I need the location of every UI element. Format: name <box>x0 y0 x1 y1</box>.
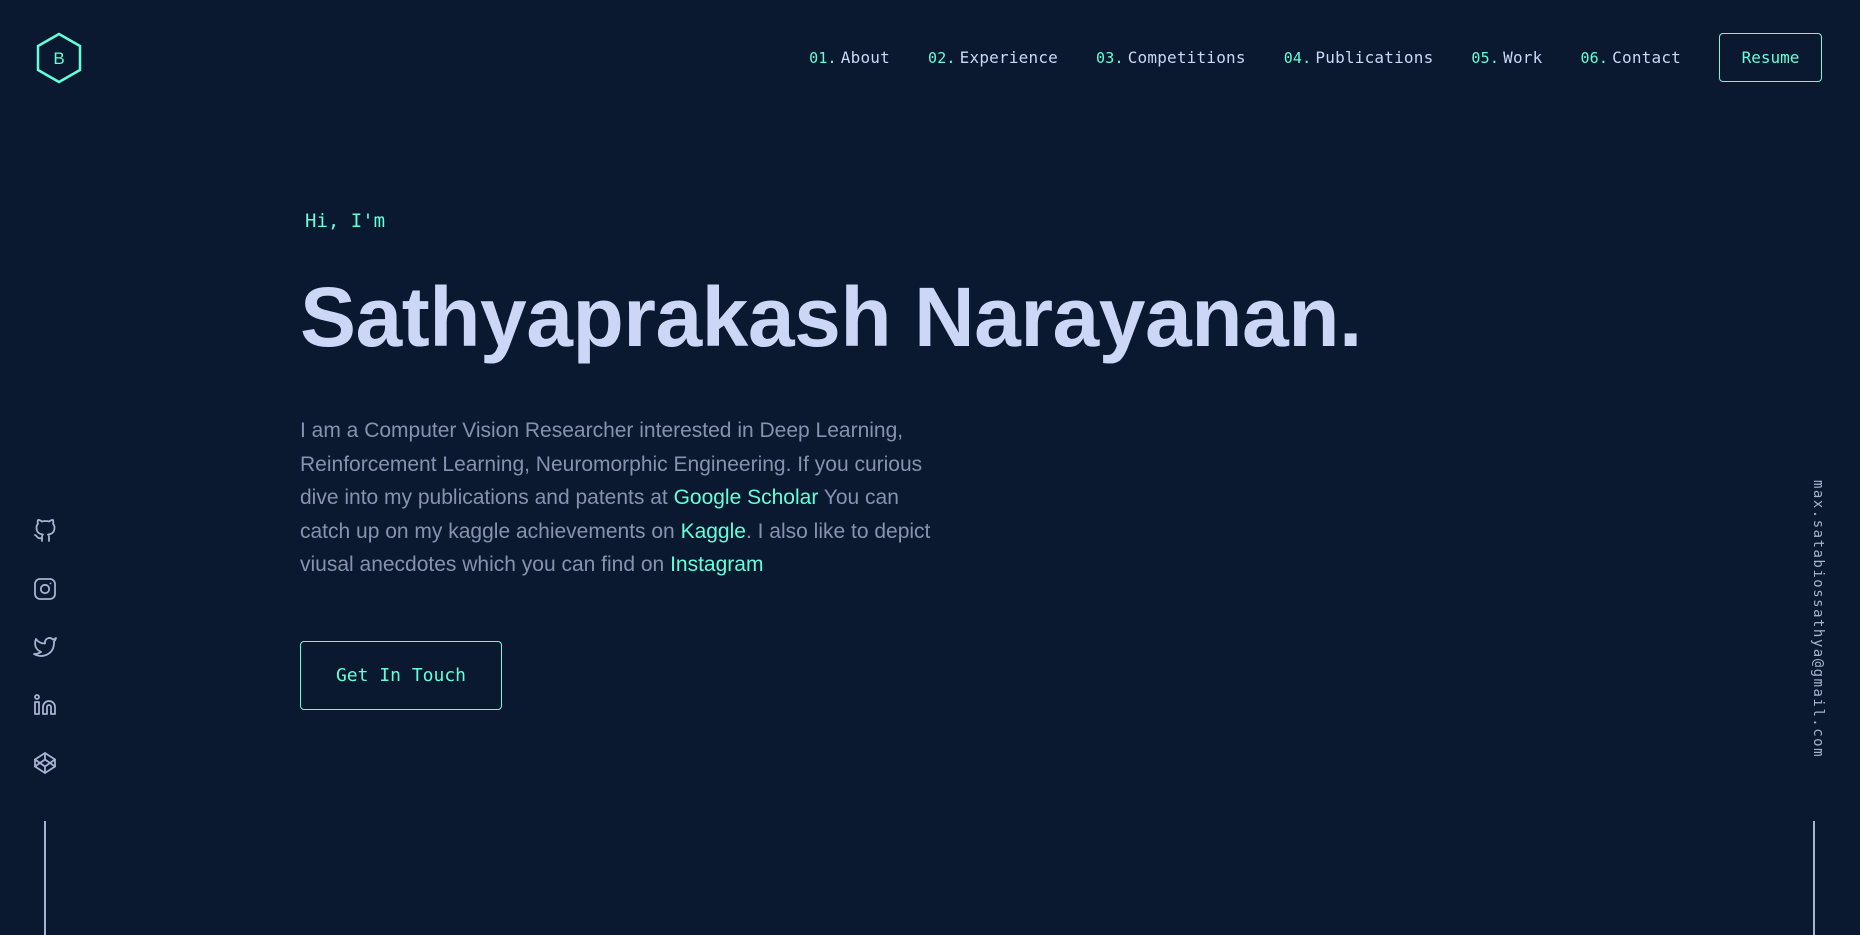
nav-number: 05. <box>1471 49 1500 67</box>
instagram-icon[interactable] <box>32 576 58 602</box>
nav-label: Experience <box>959 48 1058 67</box>
nav-publications[interactable]: 04. Publications <box>1284 48 1434 67</box>
nav-number: 02. <box>927 49 956 67</box>
nav-number: 04. <box>1283 49 1312 67</box>
left-vertical-line <box>44 821 46 935</box>
google-scholar-link[interactable]: Google Scholar <box>674 486 819 509</box>
nav-number: 03. <box>1096 49 1124 67</box>
nav-about[interactable]: 01. About <box>809 48 890 67</box>
nav-label: Competitions <box>1127 48 1246 67</box>
nav-competitions[interactable]: 03. Competitions <box>1096 48 1246 67</box>
get-in-touch-button[interactable]: Get In Touch <box>300 641 502 710</box>
codepen-icon[interactable] <box>32 750 58 776</box>
nav-number: 06. <box>1580 49 1609 67</box>
nav-label: About <box>840 48 890 67</box>
site-header: B 01. About 02. Experience 03. Competitions… <box>0 0 1860 115</box>
hero-section: Hi, I'm Sathyaprakash Narayanan. I am a … <box>300 210 1500 710</box>
nav-label: Contact <box>1612 48 1681 67</box>
hexagon-logo-icon[interactable]: B <box>34 32 84 84</box>
hero-name: Sathyaprakash Narayanan. <box>300 270 1362 364</box>
nav-label: Work <box>1503 48 1543 67</box>
kaggle-link[interactable]: Kaggle <box>681 520 746 543</box>
nav-work[interactable]: 05. Work <box>1471 48 1542 67</box>
instagram-link[interactable]: Instagram <box>670 553 763 576</box>
email-sidebar: max.satabiossathya@gmail.com <box>1810 480 1834 780</box>
social-links <box>32 518 58 808</box>
resume-button[interactable]: Resume <box>1719 33 1822 82</box>
logo-letter: B <box>53 49 64 68</box>
twitter-icon[interactable] <box>32 634 58 660</box>
hero-greeting: Hi, I'm <box>305 210 386 232</box>
hero-description: I am a Computer Vision Researcher intere… <box>300 414 940 582</box>
right-vertical-line <box>1813 821 1815 935</box>
github-icon[interactable] <box>32 518 58 544</box>
nav-contact[interactable]: 06. Contact <box>1580 48 1681 67</box>
nav-number: 01. <box>809 49 837 67</box>
linkedin-icon[interactable] <box>32 692 58 718</box>
nav-experience[interactable]: 02. Experience <box>928 48 1058 67</box>
nav-label: Publications <box>1315 48 1434 67</box>
email-link[interactable]: max.satabiossathya@gmail.com <box>1810 480 1826 758</box>
main-nav: 01. About 02. Experience 03. Competitions 0… <box>809 33 1822 82</box>
